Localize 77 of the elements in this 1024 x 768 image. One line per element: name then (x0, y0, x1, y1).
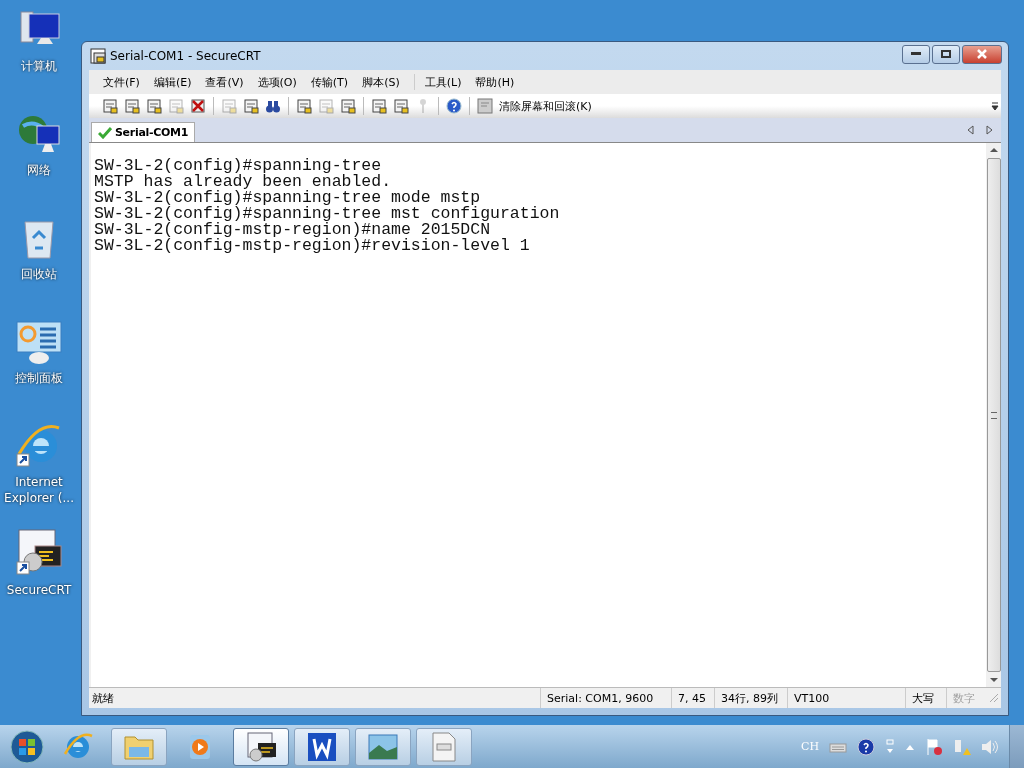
control-panel-icon (15, 320, 63, 364)
terminal-line: MSTP has already been enabled. (94, 174, 392, 190)
terminal-line: SW-3L-2(config)#spanning-tree mst configuration (94, 206, 561, 222)
menu-item[interactable]: 工具(L) (424, 74, 469, 90)
flag-error-icon[interactable] (925, 737, 943, 756)
maximize-button[interactable] (932, 44, 960, 64)
tab-scroll-right-icon[interactable] (985, 125, 993, 135)
desktop-shortcut-label: Internet Explorer (... (3, 474, 75, 506)
binoculars-icon (265, 98, 281, 114)
status-field: 大写 (905, 688, 946, 708)
document-icon (243, 98, 259, 114)
menu-item[interactable]: 脚本(S) (362, 74, 407, 90)
w-logo-icon (307, 731, 337, 762)
status-message: 就绪 (92, 690, 114, 706)
document-icon (318, 98, 334, 114)
desktop-shortcut-label: 控制面板 (15, 370, 63, 386)
session-tab[interactable]: Serial-COM1 (91, 122, 196, 142)
desktop-shortcut[interactable]: 网络 (0, 112, 78, 216)
status-field: 7, 45 (671, 688, 714, 708)
terminal-line: SW-3L-2(config)#spanning-tree mode mstp (94, 190, 481, 206)
maximize-icon (941, 50, 951, 58)
document-icon (371, 98, 387, 114)
scroll-down-icon[interactable] (989, 677, 998, 683)
document-icon (431, 731, 457, 762)
terminal-line: SW-3L-2(config-mstp-region)#name 2015DCN (94, 222, 491, 238)
app-window-icon (90, 48, 106, 64)
minimize-icon (911, 52, 921, 56)
cross-icon (190, 98, 206, 114)
screen-icon (477, 98, 493, 114)
desktop-shortcut-label: 计算机 (21, 58, 57, 74)
desktop-shortcut[interactable]: Internet Explorer (... (0, 424, 78, 528)
terminal-line: SW-3L-2(config)#spanning-tree (94, 158, 382, 174)
toolbar-overflow-icon[interactable] (991, 101, 999, 111)
menu-item[interactable]: 编辑(E) (153, 74, 199, 90)
document-icon (124, 98, 140, 114)
menu-item[interactable]: 选项(O) (257, 74, 304, 90)
taskbar-button[interactable] (233, 727, 289, 766)
desktop-shortcut[interactable]: 回收站 (0, 216, 78, 320)
checkmark-icon (98, 126, 112, 139)
desktop-shortcut[interactable]: SecureCRT (0, 528, 78, 632)
minimize-button[interactable] (902, 44, 930, 64)
document-icon (393, 98, 409, 114)
taskbar-button[interactable] (294, 727, 350, 766)
status-field: VT100 (787, 688, 905, 708)
status-field: Serial: COM1, 9600 (540, 688, 671, 708)
desktop-shortcut[interactable]: 控制面板 (0, 320, 78, 424)
help-icon[interactable] (857, 737, 875, 756)
windows-logo-icon (10, 729, 44, 764)
document-icon (221, 98, 237, 114)
document-icon (340, 98, 356, 114)
menu-item[interactable]: 帮助(H) (475, 74, 522, 90)
window-title: Serial-COM1 - SecureCRT (110, 49, 261, 63)
desktop-shortcut-label: 回收站 (21, 266, 57, 282)
help-toolbar-button[interactable] (443, 96, 465, 116)
desktop-shortcut-label: SecureCRT (6, 582, 72, 598)
terminal-padlock-icon (245, 730, 277, 763)
status-field: 数字 (946, 688, 987, 708)
desktop-shortcut-label: 网络 (27, 162, 51, 178)
document-icon (296, 98, 312, 114)
terminal-line: SW-3L-2(config-mstp-region)#revision-level 1 (94, 238, 531, 254)
help-icon (446, 98, 462, 114)
clear-screen-button[interactable]: 清除屏幕和回滚(K) (474, 98, 595, 114)
status-field: 34行, 89列 (714, 688, 787, 708)
desktop-shortcut[interactable]: 计算机 (0, 8, 78, 112)
menu-item[interactable]: 查看(V) (205, 74, 251, 90)
document-icon (146, 98, 162, 114)
document-icon (102, 98, 118, 114)
landscape-picture-icon (367, 732, 399, 761)
menu-item[interactable]: 传输(T) (310, 74, 356, 90)
close-icon (976, 49, 988, 59)
resize-grip-icon[interactable] (989, 693, 999, 703)
close-button[interactable] (962, 44, 1002, 64)
terminal-padlock-icon (15, 528, 63, 576)
scroll-up-icon[interactable] (989, 147, 998, 153)
document-icon (168, 98, 184, 114)
tab-scroll-left-icon[interactable] (967, 125, 975, 135)
menu-item[interactable]: 文件(F) (103, 74, 147, 90)
